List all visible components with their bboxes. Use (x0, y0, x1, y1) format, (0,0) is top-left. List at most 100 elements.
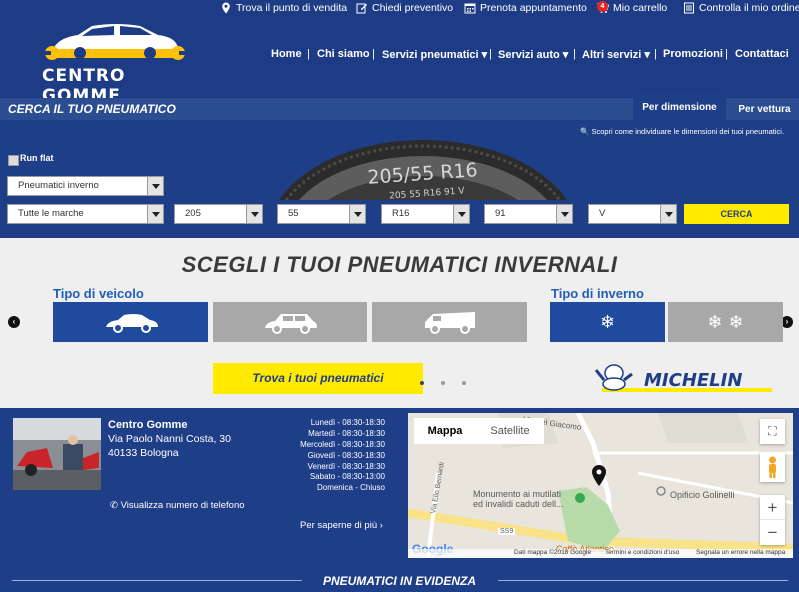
hours-wednesday: Mercoledì - 08:30-18:30 (300, 440, 385, 449)
nav-separator: | (489, 48, 492, 60)
quote-label: Chiedi preventivo (372, 2, 454, 14)
chevron-down-icon (246, 205, 262, 223)
map-zoom-controls: + − (760, 495, 785, 545)
van-icon (424, 312, 475, 334)
cart-count-badge: 4 (597, 1, 608, 12)
vehicle-tile-van[interactable] (372, 302, 527, 342)
nav-separator: | (307, 48, 310, 60)
snowflake-icon: ❄ (728, 311, 744, 332)
order-status-link[interactable]: Controlla il mio ordine (683, 2, 799, 14)
show-phone-link[interactable]: ✆ Visualizza numero di telefono (110, 500, 245, 511)
runflat-label: Run flat (20, 153, 54, 163)
site-header: CENTRO GOMME Home | Chi siamo | Servizi … (0, 18, 799, 106)
map-poi-label: ed invalidi caduti dell... (473, 499, 564, 509)
winter-tile-mild[interactable]: ❄ (550, 302, 665, 342)
ratio-value: 55 (288, 208, 299, 219)
featured-tires-title: PNEUMATICI IN EVIDENZA (322, 574, 477, 588)
nav-tire-services[interactable]: Servizi pneumatici ▾ (382, 48, 487, 61)
winter-type-label: Tipo di inverno (551, 286, 644, 301)
store-photo (13, 418, 101, 490)
map-marker-icon[interactable] (591, 465, 607, 487)
hours-tuesday: Martedì - 08:30-18:30 (308, 429, 385, 438)
hours-sunday: Domenica - Chiuso (316, 483, 385, 492)
rim-select[interactable]: R16 (381, 204, 470, 224)
store-address-line2: 40133 Bologna (108, 447, 179, 459)
speed-value: V (599, 208, 606, 219)
hours-monday: Lunedì - 08:30-18:30 (310, 418, 385, 427)
vehicle-tile-car[interactable] (53, 302, 208, 342)
vehicle-tile-suv[interactable] (213, 302, 367, 342)
order-status-label: Controlla il mio ordine (699, 2, 799, 14)
carousel-dot[interactable] (441, 381, 445, 385)
width-select[interactable]: 205 (174, 204, 263, 224)
nav-about[interactable]: Chi siamo (317, 48, 370, 60)
learn-more-link[interactable]: Per saperne di più › (300, 520, 383, 531)
search-icon: 🔍 (580, 127, 590, 136)
find-tires-button[interactable]: Trova i tuoi pneumatici (213, 363, 423, 394)
carousel-prev-button[interactable]: ‹ (8, 316, 20, 328)
appointment-link[interactable]: Prenota appuntamento (464, 2, 587, 14)
edit-icon (356, 3, 367, 14)
nav-auto-services[interactable]: Servizi auto ▾ (498, 48, 568, 61)
map-fullscreen-button[interactable]: ⛶ (760, 419, 785, 444)
car-icon (105, 314, 158, 333)
car-wrench-logo-icon (44, 24, 186, 60)
nav-separator: | (725, 48, 728, 60)
location-pin-icon (222, 2, 230, 14)
search-button[interactable]: CERCA (684, 204, 789, 224)
season-select[interactable]: Pneumatici inverno (7, 176, 164, 196)
map-poi-pin-icon (656, 486, 666, 496)
quote-link[interactable]: Chiedi preventivo (356, 2, 453, 14)
chevron-right-icon: › (785, 317, 789, 326)
runflat-checkbox[interactable] (8, 155, 19, 166)
winter-tile-severe[interactable]: ❄ ❄ (668, 302, 783, 342)
carousel-dot[interactable] (462, 381, 466, 385)
calendar-icon (464, 3, 476, 14)
tire-size-help-link[interactable]: 🔍 Scopri come individuare le dimensioni … (580, 127, 784, 136)
nav-home[interactable]: Home (271, 48, 302, 60)
map-zoom-out-button[interactable]: − (760, 520, 785, 545)
map-terms-link[interactable]: Termini e condizioni d'uso (605, 549, 679, 556)
brand-value: Tutte le marche (18, 208, 84, 219)
hours-saturday: Sabato - 08:30-13:00 (309, 472, 385, 481)
document-icon (684, 2, 694, 14)
phone-icon: ✆ (110, 500, 118, 511)
tab-by-vehicle[interactable]: Per vettura (730, 98, 799, 120)
season-value: Pneumatici inverno (18, 180, 99, 191)
chevron-left-icon: ‹ (12, 317, 16, 326)
nav-other-services[interactable]: Altri servizi ▾ (582, 48, 650, 61)
site-logo[interactable]: CENTRO GOMME (30, 22, 200, 106)
snowflake-icon: ❄ (599, 311, 616, 332)
help-link-label: Scopri come individuare le dimensioni de… (591, 127, 785, 136)
load-index-select[interactable]: 91 (484, 204, 573, 224)
store-locator-label: Trova il punto di vendita (236, 2, 348, 14)
map-tab-satellite[interactable]: Satellite (476, 418, 544, 444)
michelin-wordmark: MICHELIN (644, 370, 742, 391)
nav-contact[interactable]: Contattaci (735, 48, 789, 60)
nav-separator: | (573, 48, 576, 60)
snowflake-icon: ❄ (707, 311, 723, 332)
ratio-select[interactable]: 55 (277, 204, 366, 224)
fullscreen-icon: ⛶ (768, 424, 777, 438)
brand-select[interactable]: Tutte le marche (7, 204, 164, 224)
map-zoom-in-button[interactable]: + (760, 495, 785, 520)
michelin-logo: MICHELIN (594, 364, 772, 392)
map-road-label: SS9 (498, 528, 516, 535)
store-locator-link[interactable]: Trova il punto di vendita (220, 2, 347, 14)
tab-by-dimension[interactable]: Per dimensione (633, 90, 726, 122)
chevron-down-icon (556, 205, 572, 223)
vehicle-type-label: Tipo di veicolo (53, 286, 144, 301)
pegman-icon (769, 456, 776, 478)
hours-friday: Venerdì - 08:30-18:30 (307, 462, 385, 471)
search-title: CERCA IL TUO PNEUMATICO (8, 102, 176, 116)
load-value: 91 (495, 208, 506, 219)
map-report-link[interactable]: Segnala un errore nella mappa (696, 549, 785, 556)
map-tab-map[interactable]: Mappa (414, 418, 476, 444)
banner-title: SCEGLI I TUOI PNEUMATICI INVERNALI (181, 252, 618, 277)
nav-promotions[interactable]: Promozioni (663, 48, 723, 60)
store-address-line1: Via Paolo Nanni Costa, 30 (108, 433, 231, 445)
appointment-label: Prenota appuntamento (480, 2, 587, 14)
carousel-dot[interactable] (420, 381, 424, 385)
map-streetview-button[interactable] (760, 452, 785, 482)
speed-index-select[interactable]: V (588, 204, 677, 224)
